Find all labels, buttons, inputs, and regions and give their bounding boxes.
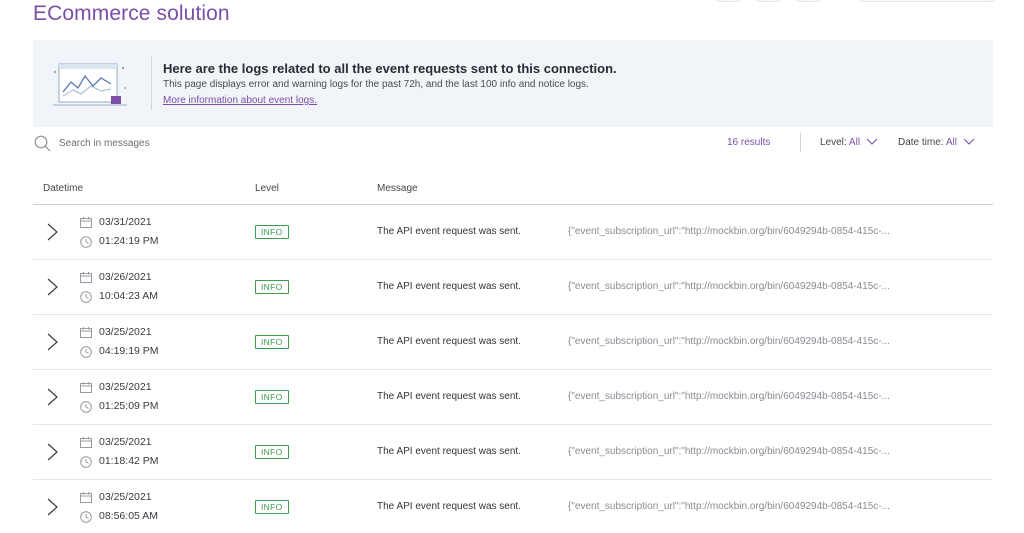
chevron-right-icon[interactable] xyxy=(45,387,59,407)
chevron-down-icon xyxy=(963,139,975,146)
header-control-3[interactable] xyxy=(795,0,823,2)
banner-heading: Here are the logs related to all the eve… xyxy=(163,61,617,76)
results-count: 16 results xyxy=(727,137,771,148)
level-filter[interactable]: Level: All xyxy=(820,137,878,148)
banner-illustration-icon xyxy=(53,63,127,106)
log-time: 04:19:19 PM xyxy=(99,345,159,357)
log-message: The API event request was sent. xyxy=(377,226,521,237)
log-date: 03/31/2021 xyxy=(99,216,152,228)
banner-description: This page displays error and warning log… xyxy=(163,79,589,90)
level-filter-label: Level: xyxy=(820,137,847,148)
clock-icon xyxy=(80,511,92,523)
search-icon xyxy=(34,135,51,152)
table-row[interactable]: 03/25/2021 08:56:05 AM INFO The API even… xyxy=(33,480,993,533)
log-payload: {"event_subscription_url":"http://mockbi… xyxy=(568,336,890,347)
chevron-right-icon[interactable] xyxy=(45,497,59,517)
table-row[interactable]: 03/25/2021 04:19:19 PM INFO The API even… xyxy=(33,315,993,370)
toolbar-divider xyxy=(800,132,801,152)
log-message: The API event request was sent. xyxy=(377,501,521,512)
search-input[interactable] xyxy=(59,135,359,151)
header-control-4[interactable] xyxy=(857,0,997,2)
log-date: 03/25/2021 xyxy=(99,491,152,503)
table-row[interactable]: 03/31/2021 01:24:19 PM INFO The API even… xyxy=(33,205,993,260)
log-message: The API event request was sent. xyxy=(377,336,521,347)
header-controls xyxy=(715,0,1005,4)
log-payload: {"event_subscription_url":"http://mockbi… xyxy=(568,226,890,237)
log-payload: {"event_subscription_url":"http://mockbi… xyxy=(568,391,890,402)
datetime-filter[interactable]: Date time: All xyxy=(898,137,975,148)
level-badge: INFO xyxy=(255,225,289,239)
clock-icon xyxy=(80,346,92,358)
page-title: ECommerce solution xyxy=(33,2,230,25)
banner-divider xyxy=(151,56,152,110)
event-logs-table: Datetime Level Message 03/31/2021 01:24:… xyxy=(33,176,993,533)
column-header-level[interactable]: Level xyxy=(255,183,279,194)
log-toolbar: 16 results Level: All Date time: All xyxy=(33,132,993,154)
level-badge: INFO xyxy=(255,390,289,404)
log-message: The API event request was sent. xyxy=(377,281,521,292)
event-logs-info-link[interactable]: More information about event logs. xyxy=(163,95,317,106)
chevron-right-icon[interactable] xyxy=(45,442,59,462)
chevron-right-icon[interactable] xyxy=(45,332,59,352)
log-time: 10:04:23 AM xyxy=(99,290,158,302)
table-row[interactable]: 03/25/2021 01:18:42 PM INFO The API even… xyxy=(33,425,993,480)
level-badge: INFO xyxy=(255,335,289,349)
log-time: 01:24:19 PM xyxy=(99,235,159,247)
log-date: 03/25/2021 xyxy=(99,326,152,338)
log-time: 08:56:05 AM xyxy=(99,510,158,522)
table-header: Datetime Level Message xyxy=(33,176,993,205)
log-payload: {"event_subscription_url":"http://mockbi… xyxy=(568,501,890,512)
column-header-message[interactable]: Message xyxy=(377,183,418,194)
table-row[interactable]: 03/26/2021 10:04:23 AM INFO The API even… xyxy=(33,260,993,315)
log-date: 03/26/2021 xyxy=(99,271,152,283)
clock-icon xyxy=(80,401,92,413)
calendar-icon xyxy=(80,382,92,393)
log-payload: {"event_subscription_url":"http://mockbi… xyxy=(568,281,890,292)
table-row[interactable]: 03/25/2021 01:25:09 PM INFO The API even… xyxy=(33,370,993,425)
calendar-icon xyxy=(80,272,92,283)
log-payload: {"event_subscription_url":"http://mockbi… xyxy=(568,446,890,457)
datetime-filter-label: Date time: xyxy=(898,137,944,148)
column-header-datetime[interactable]: Datetime xyxy=(43,183,83,194)
calendar-icon xyxy=(80,217,92,228)
log-message: The API event request was sent. xyxy=(377,391,521,402)
level-badge: INFO xyxy=(255,280,289,294)
header-control-1[interactable] xyxy=(715,0,743,2)
level-badge: INFO xyxy=(255,500,289,514)
calendar-icon xyxy=(80,327,92,338)
clock-icon xyxy=(80,456,92,468)
info-banner: Here are the logs related to all the eve… xyxy=(33,40,993,127)
chevron-right-icon[interactable] xyxy=(45,277,59,297)
log-date: 03/25/2021 xyxy=(99,436,152,448)
log-date: 03/25/2021 xyxy=(99,381,152,393)
log-time: 01:18:42 PM xyxy=(99,455,159,467)
log-time: 01:25:09 PM xyxy=(99,400,159,412)
datetime-filter-value: All xyxy=(945,137,957,148)
clock-icon xyxy=(80,236,92,248)
chevron-down-icon xyxy=(866,139,878,146)
level-badge: INFO xyxy=(255,445,289,459)
header-control-2[interactable] xyxy=(755,0,783,2)
log-message: The API event request was sent. xyxy=(377,446,521,457)
level-filter-value: All xyxy=(848,137,861,148)
calendar-icon xyxy=(80,492,92,503)
calendar-icon xyxy=(80,437,92,448)
banner-text: Here are the logs related to all the eve… xyxy=(163,61,617,108)
clock-icon xyxy=(80,291,92,303)
chevron-right-icon[interactable] xyxy=(45,222,59,242)
